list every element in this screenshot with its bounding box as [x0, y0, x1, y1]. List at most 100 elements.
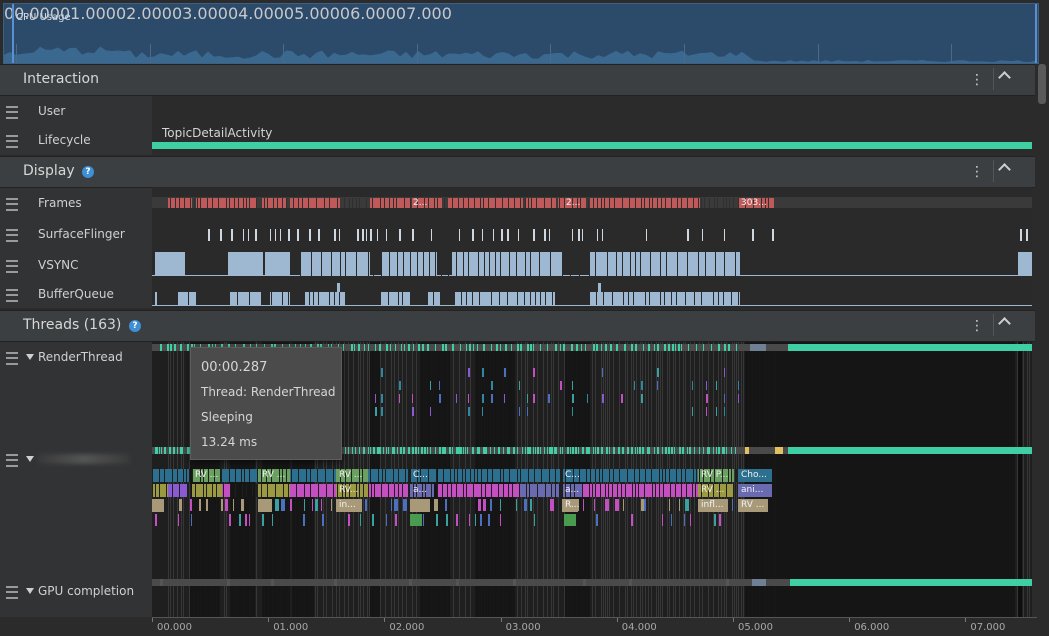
main-thread-running — [556, 447, 557, 454]
bufferqueue-divider — [603, 292, 604, 305]
main-thread-running — [435, 447, 436, 454]
vsync-divider — [735, 252, 736, 276]
renderthread-running — [678, 344, 680, 351]
frame-divider — [316, 198, 317, 208]
surfaceflinger-slice — [602, 229, 603, 241]
gpu-completion-tick — [334, 579, 337, 586]
frame-divider — [629, 198, 630, 208]
axis-tick-label: 04.000 — [621, 622, 657, 633]
call-slice-depth-4 — [500, 514, 501, 526]
call-slice-depth-3 — [583, 499, 584, 511]
renderthread-running — [364, 344, 365, 351]
frame-slice — [262, 198, 287, 208]
renderthread-running — [167, 344, 169, 351]
call-slice-divider — [152, 469, 153, 482]
main-thread-running — [671, 447, 673, 454]
axis-tick — [384, 618, 386, 622]
renderthread-running — [187, 344, 189, 351]
slice-label: RV... — [339, 485, 359, 495]
renderthread-subslice — [724, 407, 725, 416]
call-slice-divider — [473, 484, 474, 497]
timeline-tracks[interactable] — [0, 0, 1049, 635]
call-slice-divider — [333, 484, 334, 497]
vsync-divider — [660, 252, 661, 276]
main-thread-running — [649, 447, 650, 454]
renderthread-running — [170, 344, 172, 351]
call-slice-divider — [534, 469, 535, 482]
surfaceflinger-slice — [597, 229, 598, 241]
vsync-divider — [345, 252, 346, 276]
tooltip-time: 00:00.287 — [201, 360, 268, 375]
bufferqueue-divider — [718, 292, 719, 305]
axis-tick — [616, 618, 618, 622]
frame-label: 2... — [566, 198, 581, 208]
main-thread-running — [503, 447, 504, 454]
bufferqueue-slice — [380, 292, 410, 305]
renderthread-running — [668, 344, 670, 351]
main-thread-running — [551, 447, 553, 454]
call-slice-divider — [503, 484, 504, 497]
renderthread-running — [624, 344, 626, 351]
call-slice-divider — [371, 484, 372, 497]
surfaceflinger-slice — [370, 229, 372, 241]
call-slice-divider — [454, 469, 455, 482]
vertical-scrollbar[interactable] — [1038, 64, 1046, 104]
vsync-divider — [448, 252, 449, 276]
vsync-divider — [539, 252, 540, 276]
renderthread-subslice — [724, 368, 725, 377]
renderthread-running — [724, 344, 726, 351]
renderthread-running — [413, 344, 414, 351]
main-thread-running — [570, 447, 571, 454]
renderthread-subslice — [412, 394, 413, 403]
main-thread-running — [180, 447, 182, 454]
vsync-divider — [516, 252, 517, 276]
surfaceflinger-slice — [362, 229, 364, 241]
vsync-divider — [478, 252, 479, 276]
bufferqueue-divider — [412, 292, 413, 305]
renderthread-subslice — [430, 407, 431, 416]
call-slice-divider — [600, 484, 601, 497]
renderthread-running — [675, 344, 676, 351]
surfaceflinger-slice — [357, 229, 359, 241]
renderthread-subslice — [641, 394, 643, 403]
call-slice-divider — [256, 484, 257, 497]
main-thread-running — [379, 447, 381, 454]
bufferqueue-divider — [297, 292, 298, 305]
call-slice-divider — [675, 484, 676, 497]
call-slice-depth-4 — [475, 514, 476, 526]
call-slice-divider — [388, 484, 389, 497]
frame-divider — [356, 198, 357, 208]
call-slice-divider — [645, 469, 646, 482]
main-thread-running — [647, 447, 649, 454]
renderthread-subslice — [634, 381, 635, 390]
call-slice-divider — [333, 469, 334, 482]
call-slice-divider — [393, 469, 394, 482]
main-thread-running — [735, 447, 736, 454]
frame-divider — [238, 198, 239, 208]
call-slice-depth-3 — [315, 499, 318, 511]
frame-divider — [597, 198, 598, 208]
vsync-divider — [435, 252, 436, 276]
call-slice-divider — [457, 469, 458, 482]
call-slice-divider — [555, 484, 556, 497]
vsync-divider — [595, 252, 596, 276]
main-thread-running — [427, 447, 428, 454]
call-slice-divider — [337, 484, 338, 497]
surfaceflinger-slice — [208, 229, 210, 241]
call-slice-depth-4 — [671, 514, 672, 526]
call-slice-divider — [410, 469, 411, 482]
bufferqueue-divider — [417, 292, 418, 305]
call-slice-depth-3 — [410, 499, 430, 512]
frame-divider — [207, 198, 208, 208]
renderthread-running — [422, 344, 424, 351]
vsync-divider — [640, 252, 641, 276]
call-slice-depth-4 — [191, 514, 192, 526]
main-thread-running — [582, 447, 584, 454]
vsync-divider — [463, 252, 464, 276]
call-slice-divider — [183, 469, 184, 482]
gpu-completion-active — [790, 579, 1032, 586]
renderthread-subslice — [548, 394, 550, 403]
call-slice-depth-4 — [348, 514, 350, 526]
bufferqueue-divider — [160, 292, 161, 305]
call-slice-divider — [500, 469, 501, 482]
